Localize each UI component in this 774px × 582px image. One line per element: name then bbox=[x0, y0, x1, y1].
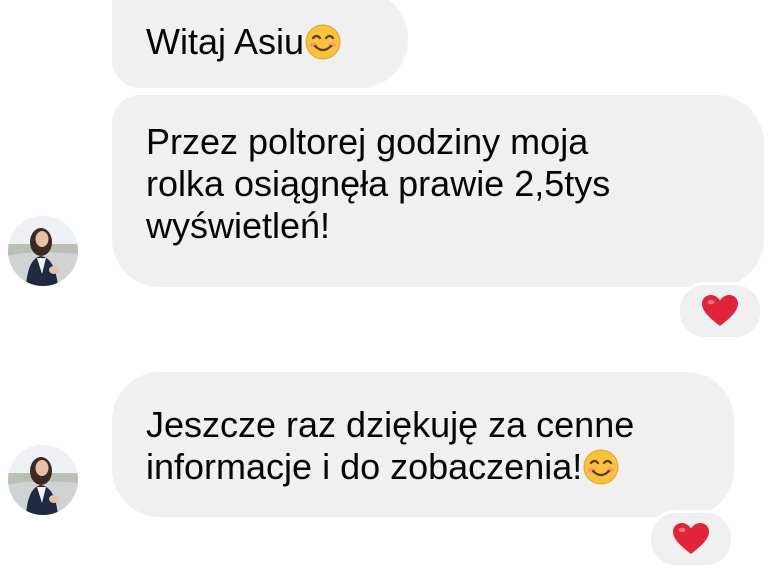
message-text-line: rolka osiągnęła prawie 2,5tys bbox=[146, 163, 611, 204]
message-bubble-views[interactable]: Przez poltorej godziny moja rolka osiągn… bbox=[112, 95, 764, 287]
message-text-line: informacje i do zobaczenia! bbox=[146, 446, 734, 488]
avatar[interactable] bbox=[8, 216, 78, 286]
smiling-face-icon bbox=[583, 449, 619, 485]
reaction-badge[interactable] bbox=[648, 510, 734, 568]
message-text-line: Witaj Asiu bbox=[146, 21, 408, 63]
message-text-line: wyświetleń! bbox=[146, 205, 331, 246]
avatar-photo bbox=[8, 216, 78, 286]
message-text-line: Jeszcze raz dziękuję za cenne bbox=[146, 404, 635, 445]
reaction-badge[interactable] bbox=[677, 282, 763, 340]
message-text-line: Przez poltorej godziny moja bbox=[146, 121, 589, 162]
avatar-photo bbox=[8, 445, 78, 515]
heart-icon bbox=[702, 295, 738, 326]
smiling-face-icon bbox=[305, 24, 341, 60]
avatar[interactable] bbox=[8, 445, 78, 515]
heart-icon bbox=[673, 523, 709, 554]
message-bubble-thanks[interactable]: Jeszcze raz dziękuję za cenne informacje… bbox=[112, 372, 734, 517]
message-bubble-greeting[interactable]: Witaj Asiu bbox=[112, 0, 408, 88]
